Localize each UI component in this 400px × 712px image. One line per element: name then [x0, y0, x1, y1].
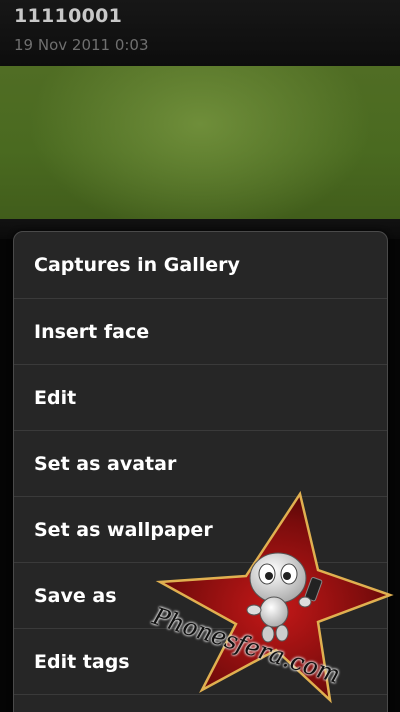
- menu-item-label: Captures in Gallery: [34, 254, 240, 276]
- menu-item-save-as[interactable]: Save as: [14, 563, 387, 629]
- menu-item-label: Save as: [34, 584, 117, 607]
- menu-item-label: Edit tags: [34, 650, 130, 673]
- photo-preview[interactable]: [0, 66, 400, 219]
- menu-item-label: Set as wallpaper: [34, 518, 213, 541]
- menu-item-set-as-avatar[interactable]: Set as avatar: [14, 431, 387, 497]
- menu-item-edit-tags[interactable]: Edit tags: [14, 629, 387, 695]
- context-menu: Captures in Gallery Insert face Edit Set…: [13, 231, 388, 712]
- timestamp: 19 Nov 2011 0:03: [14, 36, 149, 54]
- header-bar: 11110001 19 Nov 2011 0:03: [0, 0, 400, 66]
- menu-item-edit[interactable]: Edit: [14, 365, 387, 431]
- menu-item-insert-face[interactable]: Insert face: [14, 299, 387, 365]
- menu-item-label: Insert face: [34, 320, 150, 343]
- menu-item-label: Edit: [34, 386, 77, 409]
- screen: 11110001 19 Nov 2011 0:03 Captures in Ga…: [0, 0, 400, 712]
- menu-item-captures-in-gallery[interactable]: Captures in Gallery: [14, 232, 387, 299]
- menu-item-label: Set as avatar: [34, 452, 177, 475]
- menu-item-set-as-wallpaper[interactable]: Set as wallpaper: [14, 497, 387, 563]
- page-title: 11110001: [14, 5, 123, 27]
